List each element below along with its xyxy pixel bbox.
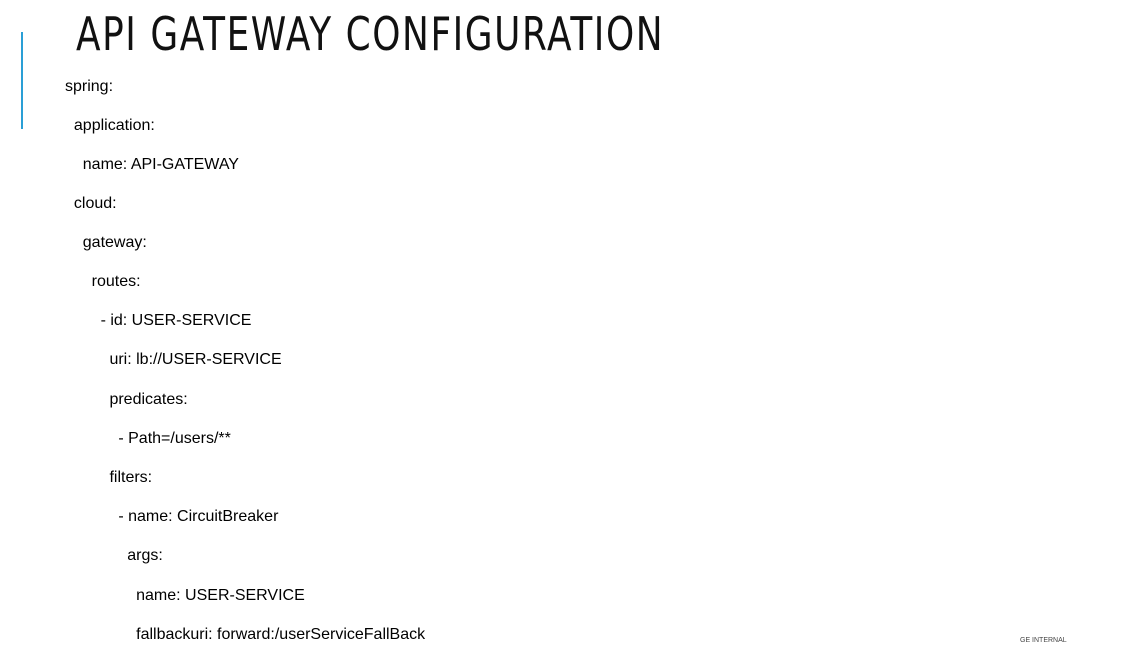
config-line: - Path=/users/**	[65, 430, 231, 447]
config-line: routes:	[65, 273, 141, 290]
config-line: args:	[65, 547, 163, 564]
config-line: predicates:	[65, 391, 188, 408]
config-line: gateway:	[65, 234, 147, 251]
config-line: - name: CircuitBreaker	[65, 508, 279, 525]
config-line: spring:	[65, 78, 114, 95]
yaml-config-block: spring: application: name: API-GATEWAY c…	[0, 0, 1000, 644]
config-line: application:	[65, 117, 155, 134]
config-line: name: USER-SERVICE	[65, 587, 305, 604]
config-line: name: API-GATEWAY	[65, 156, 239, 173]
config-line: fallbackuri: forward:/userServiceFallBac…	[65, 626, 426, 643]
config-line: uri: lb://USER-SERVICE	[65, 351, 282, 368]
config-line: filters:	[65, 469, 153, 486]
config-line: - id: USER-SERVICE	[65, 312, 252, 329]
config-line: cloud:	[65, 195, 117, 212]
